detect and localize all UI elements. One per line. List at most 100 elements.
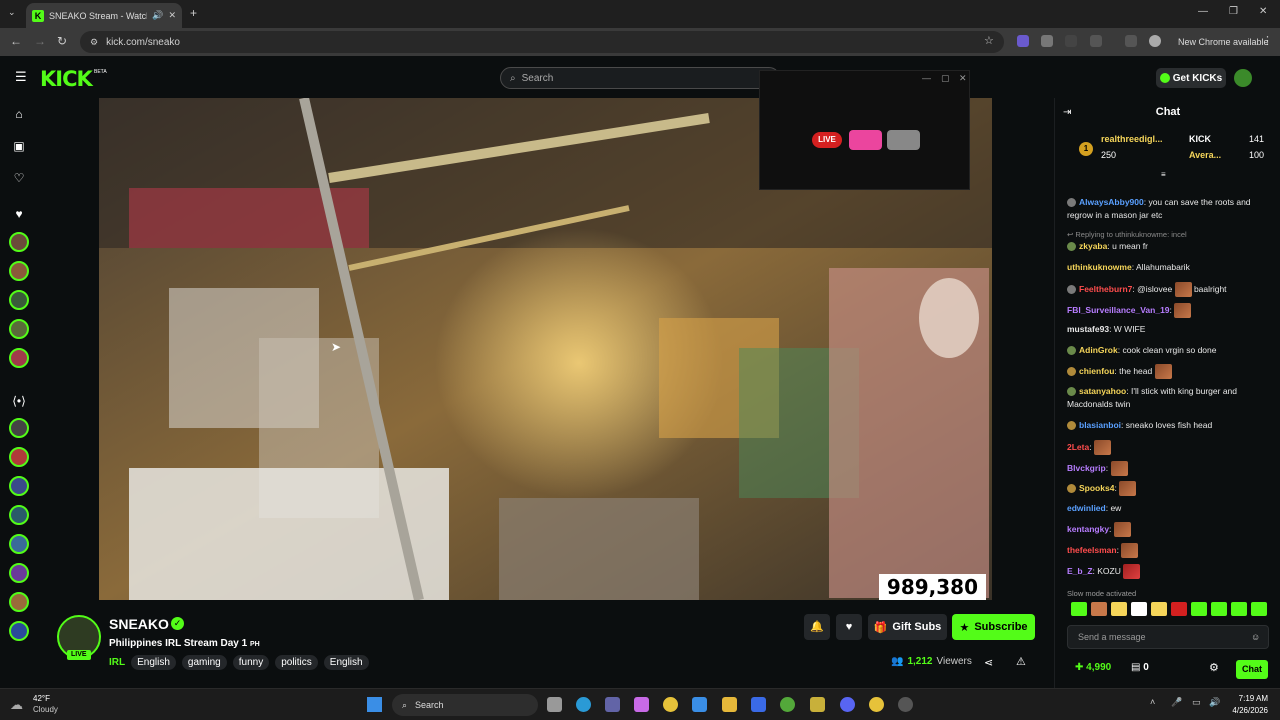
task-view-icon[interactable] — [547, 697, 562, 712]
new-chrome-available[interactable]: New Chrome available — [1178, 37, 1269, 47]
copilot-icon[interactable] — [634, 697, 649, 712]
emote-icon[interactable] — [1151, 602, 1167, 616]
tray-overflow-icon[interactable]: ˄ — [1150, 697, 1155, 707]
edge-icon[interactable] — [576, 697, 591, 712]
leaderboard-name[interactable]: KICK — [1189, 134, 1211, 144]
taskbar-clock[interactable]: 7:19 AM 4/26/2026 — [1230, 693, 1268, 717]
friends-avatar-icon[interactable] — [887, 130, 920, 150]
tag-funny[interactable]: funny — [232, 655, 270, 670]
chat-message[interactable]: mustafe93: W WIFE — [1067, 323, 1271, 336]
profile-icon[interactable] — [1149, 35, 1161, 47]
forward-icon[interactable]: → — [34, 34, 46, 48]
chat-username[interactable]: 2Leta — [1067, 442, 1089, 452]
chat-message[interactable]: chienfou: the head — [1067, 364, 1271, 379]
chat-message[interactable]: AlwaysAbby900: you can save the roots an… — [1067, 196, 1271, 222]
audio-icon[interactable]: 🔊 — [152, 10, 163, 21]
url-field[interactable]: ⚙ kick.com/sneako — [80, 31, 1004, 53]
chat-username[interactable]: blasianboi — [1079, 420, 1121, 430]
chat-message[interactable]: Blvckgrip: — [1067, 461, 1271, 476]
followed-channel-avatar[interactable] — [9, 232, 29, 252]
close-tab-icon[interactable]: ✕ — [168, 10, 176, 21]
microphone-icon[interactable]: 🎤 — [1171, 697, 1182, 708]
chat-message[interactable]: uthinkuknowme: Allahumabarik — [1067, 261, 1271, 274]
home-icon[interactable]: ⌂ — [11, 106, 27, 122]
category-link[interactable]: IRL — [109, 657, 125, 668]
network-icon[interactable]: ▭ — [1192, 697, 1201, 708]
chat-message[interactable]: FBI_Surveillance_Van_19: — [1067, 303, 1271, 318]
reading-list-icon[interactable] — [1125, 35, 1137, 47]
chat-message[interactable]: zkyaba: u mean fr — [1067, 240, 1271, 253]
share-icon[interactable]: ⋖ — [984, 656, 993, 669]
chat-username[interactable]: Spooks4 — [1079, 483, 1114, 493]
weather-icon[interactable]: ☁ — [10, 697, 23, 713]
new-tab-icon[interactable]: + — [190, 6, 197, 20]
chat-message[interactable]: Spooks4: — [1067, 481, 1271, 496]
emote-icon[interactable] — [1131, 602, 1147, 616]
leaderboard-name[interactable]: Avera... — [1189, 150, 1221, 160]
chat-username[interactable]: AdinGrok — [1079, 345, 1118, 355]
taskbar-search[interactable]: ⌕ Search — [392, 694, 538, 716]
chat-username[interactable]: thefeelsman — [1067, 545, 1117, 555]
recommended-channel-avatar[interactable] — [9, 447, 29, 467]
overlay-minimize-icon[interactable]: — — [922, 73, 931, 83]
followed-channel-avatar[interactable] — [9, 319, 29, 339]
teams-icon[interactable] — [605, 697, 620, 712]
chat-message[interactable]: edwinlied: ew — [1067, 502, 1271, 515]
app-icon[interactable] — [810, 697, 825, 712]
recommended-channel-avatar[interactable] — [9, 505, 29, 525]
tag-english[interactable]: English — [131, 655, 176, 670]
hamburger-menu-icon[interactable]: ☰ — [15, 69, 27, 85]
discord-taskbar-icon[interactable] — [840, 697, 855, 712]
chat-message[interactable]: satanyahoo: I'll stick with king burger … — [1067, 385, 1271, 411]
report-icon[interactable]: ⚠ — [1016, 655, 1026, 668]
overlay-close-icon[interactable]: ✕ — [959, 73, 967, 84]
followed-channel-avatar[interactable] — [9, 261, 29, 281]
chat-message[interactable]: 2Leta: — [1067, 440, 1271, 455]
tab-menu-icon[interactable]: ⌄ — [8, 7, 16, 18]
tag-gaming[interactable]: gaming — [181, 655, 227, 670]
browse-icon[interactable]: ▣ — [11, 138, 27, 154]
recommended-channel-avatar[interactable] — [9, 418, 29, 438]
subscribe-button[interactable]: ★ Subscribe — [952, 614, 1035, 640]
chat-username[interactable]: zkyaba — [1079, 241, 1107, 251]
extension-2-icon[interactable] — [1041, 35, 1053, 47]
start-icon[interactable] — [367, 697, 382, 712]
reload-icon[interactable]: ↻ — [57, 34, 67, 48]
chat-username[interactable]: FBI_Surveillance_Van_19 — [1067, 305, 1170, 315]
chrome-active-icon[interactable] — [869, 697, 884, 712]
tag-english-2[interactable]: English — [323, 655, 369, 670]
follow-heart-button[interactable]: ♥ — [836, 614, 862, 640]
chat-message[interactable]: AdinGrok: cook clean vrgin so done — [1067, 344, 1271, 357]
recommended-channel-avatar[interactable] — [9, 534, 29, 554]
app-icon[interactable] — [898, 697, 913, 712]
app-icon[interactable] — [751, 697, 766, 712]
emote-icon[interactable] — [1091, 602, 1107, 616]
gift-count[interactable]: ▤ 0 — [1131, 662, 1149, 673]
volume-icon[interactable]: 🔊 — [1209, 697, 1220, 708]
back-icon[interactable]: ← — [10, 34, 22, 48]
leaderboard-name[interactable]: realthreedigl... — [1101, 134, 1163, 144]
chat-username[interactable]: AlwaysAbby900 — [1079, 197, 1144, 207]
following-icon[interactable]: ♡ — [11, 170, 27, 186]
chat-username[interactable]: uthinkuknowme — [1067, 262, 1132, 272]
emote-icon[interactable] — [1251, 602, 1267, 616]
minimize-icon[interactable]: — — [1198, 6, 1208, 17]
chat-message[interactable]: Feeltheburn7: @islovee baalright — [1067, 282, 1271, 297]
chat-username[interactable]: satanyahoo — [1079, 386, 1126, 396]
get-kicks-button[interactable]: Get KICKs — [1156, 68, 1226, 88]
xbox-icon[interactable] — [780, 697, 795, 712]
close-window-icon[interactable]: ✕ — [1259, 6, 1267, 17]
recommended-channel-avatar[interactable] — [9, 476, 29, 496]
extensions-puzzle-icon[interactable] — [1090, 35, 1102, 47]
chat-settings-icon[interactable]: ⚙ — [1209, 661, 1219, 674]
site-info-icon[interactable]: ⚙ — [90, 37, 98, 48]
kick-logo[interactable]: KICK — [40, 67, 93, 91]
chat-message[interactable]: thefeelsman: — [1067, 543, 1271, 558]
extension-1-icon[interactable] — [1017, 35, 1029, 47]
chat-username[interactable]: kentangky — [1067, 524, 1109, 534]
recommended-channel-avatar[interactable] — [9, 563, 29, 583]
recommended-channel-avatar[interactable] — [9, 592, 29, 612]
kicks-balance[interactable]: ✚ 4,990 — [1075, 662, 1111, 673]
chat-username[interactable]: Feeltheburn7 — [1079, 284, 1132, 294]
discord-overlay-window[interactable]: — ▢ ✕ LIVE — [759, 70, 970, 190]
